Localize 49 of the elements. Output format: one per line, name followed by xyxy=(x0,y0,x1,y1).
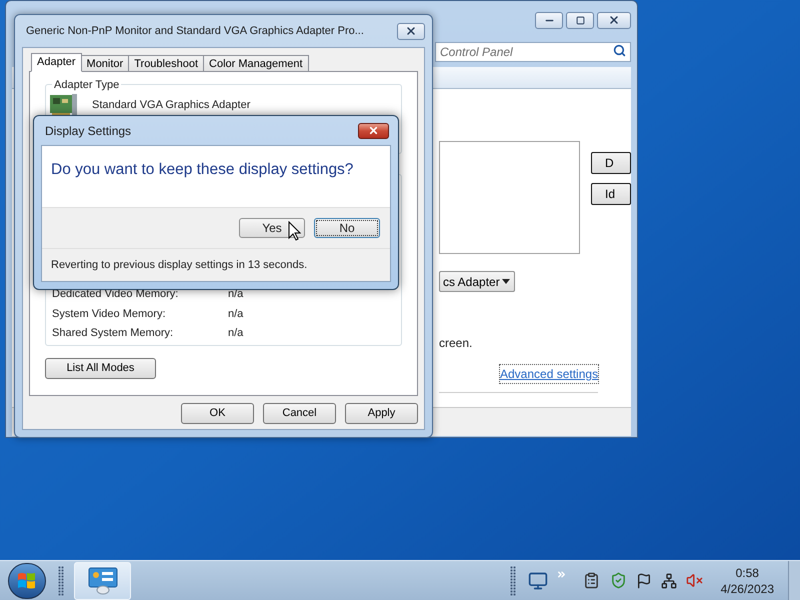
network-icon[interactable] xyxy=(660,572,677,588)
window-title: Generic Non-PnP Monitor and Standard VGA Graphics Adapter Pro... xyxy=(26,24,364,39)
close-button[interactable] xyxy=(397,22,425,40)
list-all-modes-button[interactable]: List All Modes xyxy=(45,358,156,379)
graphics-card-icon xyxy=(49,93,79,117)
info-text: creen. xyxy=(439,335,474,352)
shield-check-icon[interactable] xyxy=(610,572,627,589)
control-panel-icon xyxy=(88,566,118,594)
maximize-icon xyxy=(576,16,584,24)
group-label: Adapter Type xyxy=(52,77,122,94)
memory-value: n/a xyxy=(228,306,244,322)
maximize-button[interactable] xyxy=(566,12,594,28)
dropdown-caret-icon xyxy=(502,279,510,284)
mouse-pointer-icon xyxy=(288,221,301,241)
side-button[interactable]: D xyxy=(591,152,631,174)
memory-value: n/a xyxy=(228,326,244,341)
memory-label: System Video Memory: xyxy=(52,306,167,322)
dialog-button[interactable]: Cancel xyxy=(263,403,336,424)
question-text: Do you want to keep these display settings? xyxy=(51,161,354,178)
advanced-settings-link[interactable]: Advanced settings xyxy=(500,365,598,383)
clipboard-icon[interactable] xyxy=(582,572,600,589)
dialog-button[interactable]: Apply xyxy=(345,403,418,424)
clock[interactable]: 0:58 4/26/2023 xyxy=(720,564,774,596)
memory-value: n/a xyxy=(228,287,244,302)
close-button[interactable] xyxy=(597,12,631,28)
dialog-button[interactable]: No xyxy=(314,218,380,238)
close-icon xyxy=(368,125,379,136)
memory-label: Shared System Memory: xyxy=(52,326,174,341)
monitor-icon[interactable] xyxy=(528,570,548,590)
dialog-title: Display Settings xyxy=(45,122,132,140)
close-button[interactable] xyxy=(358,122,389,138)
taskbar-app-button[interactable] xyxy=(74,562,131,600)
start-button[interactable] xyxy=(8,562,46,598)
search-field[interactable]: Control Panel xyxy=(435,42,631,62)
speaker-muted-icon[interactable] xyxy=(686,572,703,589)
side-button[interactable]: Id xyxy=(591,183,631,205)
adapter-dropdown[interactable]: cs Adapter xyxy=(439,271,515,292)
dialog-button[interactable]: OK xyxy=(181,403,254,424)
windows-logo-icon xyxy=(17,572,37,590)
tab[interactable]: Troubleshoot xyxy=(128,55,204,72)
search-icon xyxy=(613,44,626,57)
tab[interactable]: Color Management xyxy=(203,55,309,72)
tab[interactable]: Adapter xyxy=(31,53,82,72)
close-icon xyxy=(608,14,620,26)
adapter-name: Standard VGA Graphics Adapter xyxy=(92,98,250,113)
flag-icon[interactable] xyxy=(636,572,652,588)
countdown-text: Reverting to previous display settings in 13 seconds. xyxy=(51,258,308,273)
close-icon xyxy=(405,25,417,37)
dialog-button[interactable]: Yes xyxy=(239,218,305,238)
